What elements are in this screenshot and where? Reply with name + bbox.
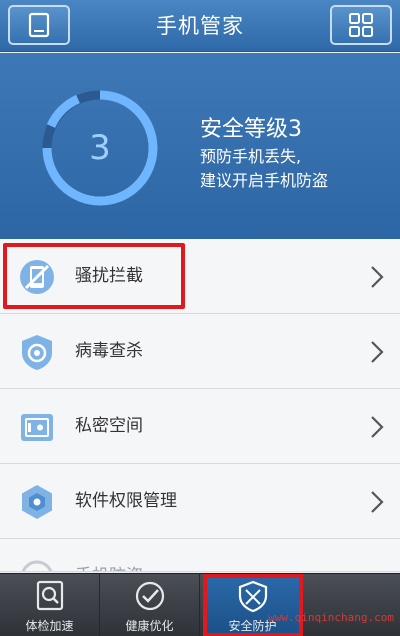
search-icon	[36, 580, 64, 611]
security-status-panel: 3 安全等级3 预防手机丢失, 建议开启手机防盗	[0, 53, 400, 239]
menu-item-virus-scan[interactable]: 病毒查杀	[0, 314, 400, 389]
tab-health-optimize[interactable]: 健康优化	[100, 574, 200, 636]
check-icon	[135, 581, 165, 611]
grid-menu-button[interactable]	[330, 5, 392, 45]
tab-label: 体检加速	[25, 619, 74, 633]
menu-item-label: 手机防盗	[75, 539, 143, 571]
highlight-box	[3, 243, 185, 309]
security-level-number: 3	[89, 128, 111, 168]
menu-item-label: 病毒查杀	[75, 341, 143, 361]
chevron-right-icon	[371, 491, 384, 513]
chevron-right-icon	[371, 266, 384, 288]
watermark-text: www.qinqinchang.com	[268, 611, 394, 624]
tablet-icon	[28, 12, 50, 38]
grid-icon	[349, 13, 373, 37]
shield-target-icon	[22, 335, 52, 370]
menu-item-anti-theft[interactable]: 手机防盗	[0, 539, 400, 572]
security-level-title: 安全等级3	[200, 117, 302, 142]
protection-menu-list: 骚扰拦截 病毒查杀 私密空间 软件权限管理	[0, 239, 400, 572]
locate-icon	[21, 560, 53, 571]
chevron-right-icon	[371, 341, 384, 363]
tab-label: 健康优化	[125, 619, 174, 633]
menu-item-private-space[interactable]: 私密空间	[0, 389, 400, 464]
safe-icon	[21, 414, 53, 441]
device-button[interactable]	[8, 5, 70, 45]
tab-checkup-speedup[interactable]: 体检加速	[0, 574, 100, 636]
page-title: 手机管家	[156, 14, 244, 38]
menu-item-permission-management[interactable]: 软件权限管理	[0, 464, 400, 539]
highlight-box	[203, 574, 303, 636]
hexagon-icon	[22, 485, 52, 519]
bottom-tab-bar: 体检加速 健康优化 安全防护	[0, 573, 400, 636]
chevron-right-icon	[371, 416, 384, 438]
app-header: 手机管家	[0, 0, 400, 52]
security-level-description: 预防手机丢失, 建议开启手机防盗	[200, 145, 328, 193]
description-line-2: 建议开启手机防盗	[200, 171, 329, 190]
menu-item-label: 私密空间	[75, 416, 143, 436]
description-line-1: 预防手机丢失,	[200, 147, 302, 166]
tab-more[interactable]	[303, 574, 400, 636]
menu-item-harassment-block[interactable]: 骚扰拦截	[0, 239, 400, 314]
menu-item-label: 软件权限管理	[75, 491, 177, 511]
